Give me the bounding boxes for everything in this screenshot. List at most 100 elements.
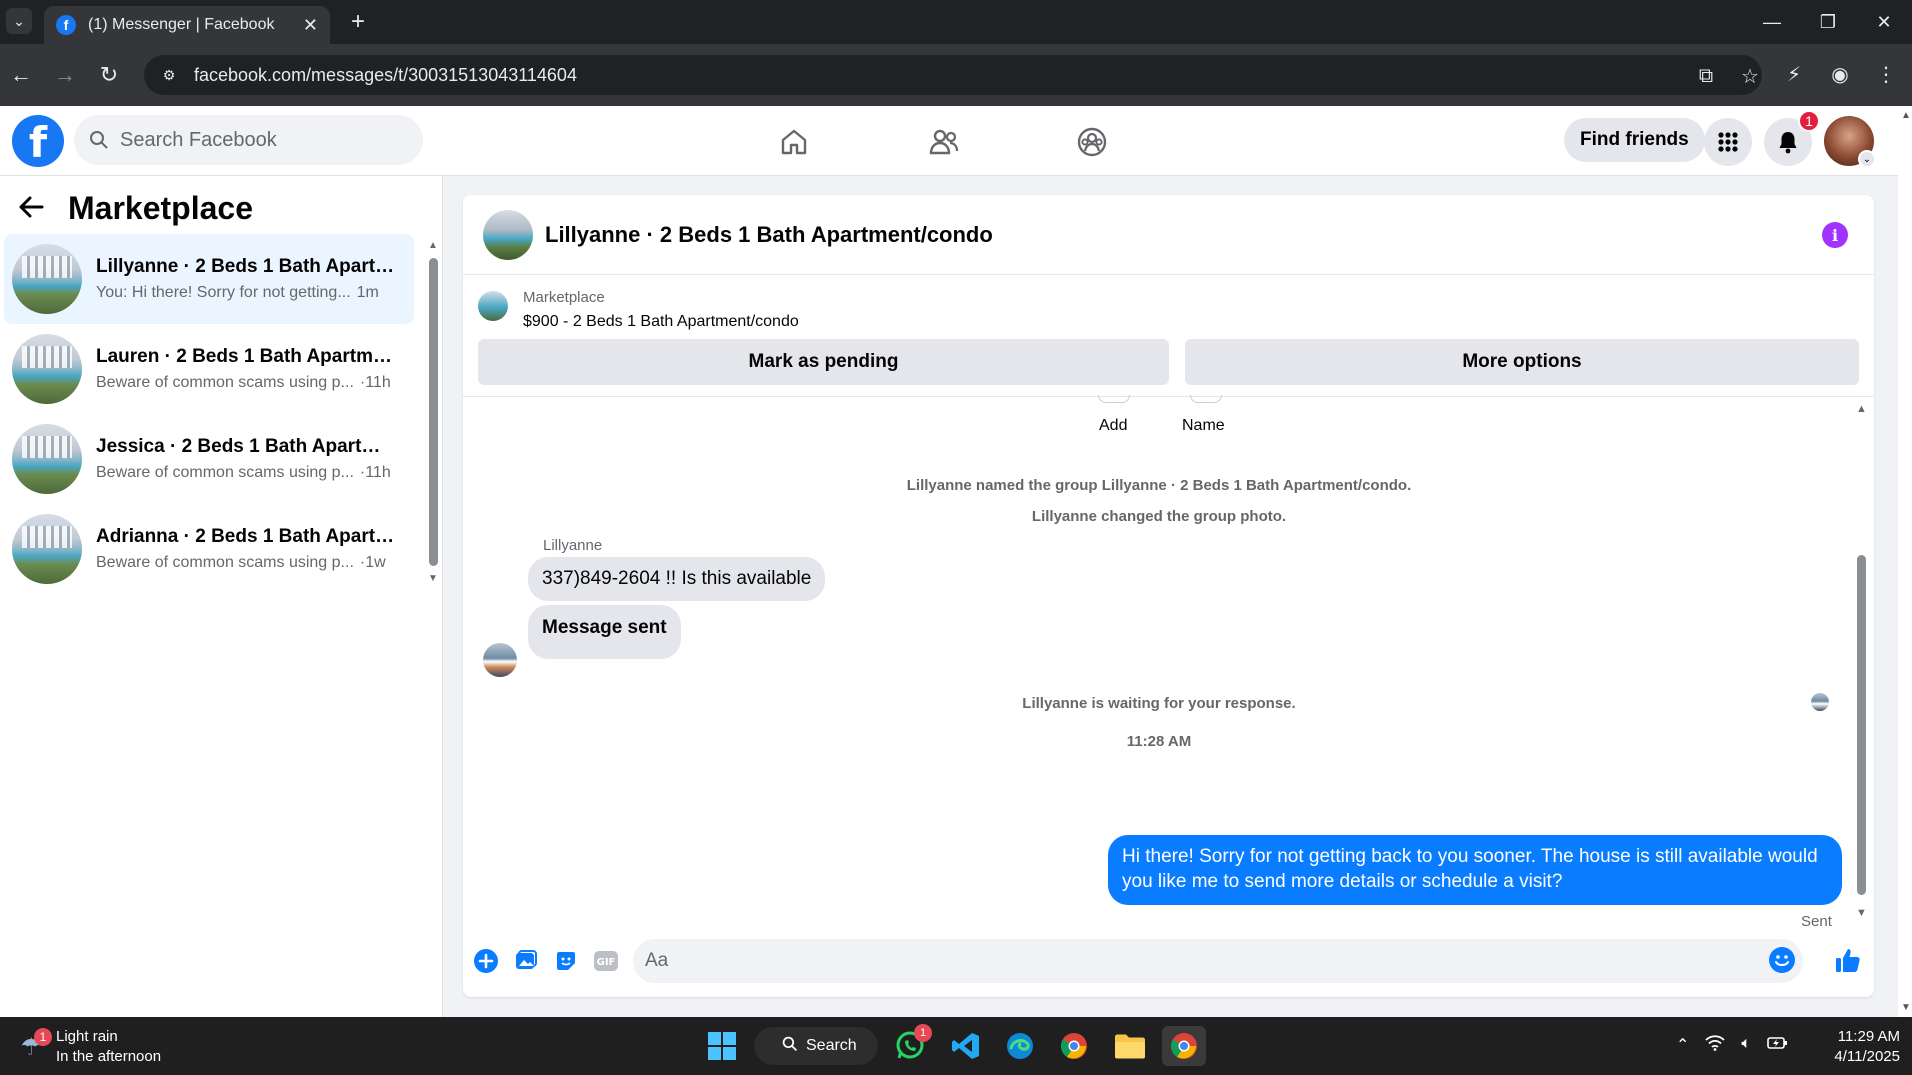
listing-title[interactable]: $900 - 2 Beds 1 Bath Apartment/condo: [523, 313, 799, 331]
gif-icon[interactable]: GIF: [593, 948, 619, 974]
conversation-item[interactable]: Lauren · 2 Beds 1 Bath Apartmen... Bewar…: [4, 324, 414, 414]
chat-panel: Lillyanne · 2 Beds 1 Bath Apartment/cond…: [463, 195, 1874, 997]
message-input[interactable]: [645, 950, 1745, 972]
battery-charging-icon[interactable]: [1767, 1035, 1789, 1056]
rain-cloud-icon: ☂ 1: [16, 1028, 52, 1062]
browser-toolbar: ← → ↻ ⚙ facebook.com/messages/t/30031513…: [0, 44, 1912, 106]
name-group-circle[interactable]: [1190, 395, 1222, 403]
close-tab-icon[interactable]: ✕: [303, 15, 318, 36]
scroll-up-arrow-icon[interactable]: ▲: [428, 240, 438, 251]
conversation-list-scrollbar[interactable]: ▲ ▼: [428, 240, 438, 584]
scroll-up-arrow-icon[interactable]: ▲: [1901, 110, 1911, 121]
facebook-search[interactable]: [74, 115, 423, 165]
show-hidden-icons-chevron-icon[interactable]: ⌃: [1676, 1035, 1689, 1056]
tab-title: (1) Messenger | Facebook: [88, 16, 275, 33]
preview-text: Beware of common scams using p...: [96, 464, 354, 481]
add-member-circle[interactable]: [1098, 395, 1130, 403]
edge-app-icon[interactable]: [998, 1026, 1042, 1066]
scroll-up-arrow-icon[interactable]: ▲: [1856, 403, 1867, 415]
listing-source: Marketplace: [523, 289, 605, 306]
site-info-icon[interactable]: ⚙: [158, 64, 180, 86]
volume-icon[interactable]: 🔈︎: [1741, 1035, 1751, 1056]
message-input-field[interactable]: [633, 939, 1803, 983]
whatsapp-app-icon[interactable]: 1: [888, 1024, 932, 1066]
back-arrow-icon[interactable]: ←: [6, 60, 36, 90]
attach-photo-icon[interactable]: [513, 948, 539, 974]
vscode-app-icon[interactable]: [944, 1026, 988, 1066]
conversation-item[interactable]: Adrianna · 2 Beds 1 Bath Apartm... Bewar…: [4, 504, 414, 594]
install-app-icon[interactable]: ⧉: [1694, 64, 1718, 88]
bookmark-star-icon[interactable]: ☆: [1738, 64, 1762, 88]
browser-tab-bar: ⌄ f (1) Messenger | Facebook ✕ + — ❐ ✕: [0, 0, 1912, 44]
sticker-icon[interactable]: [553, 948, 579, 974]
incoming-message-bubble[interactable]: Message sent: [528, 605, 681, 659]
thumbs-up-icon[interactable]: [1833, 945, 1863, 975]
notifications-bell-icon[interactable]: 1: [1764, 110, 1820, 166]
home-nav-icon[interactable]: [772, 120, 816, 164]
preview-time: ·1w: [359, 554, 386, 571]
friends-nav-icon[interactable]: [922, 120, 966, 164]
listing-thumbnail: [12, 244, 82, 314]
weather-widget[interactable]: ☂ 1 Light rain In the afternoon: [16, 1027, 161, 1067]
emoji-icon[interactable]: [1769, 947, 1795, 973]
mark-as-pending-button[interactable]: Mark as pending: [478, 339, 1169, 385]
close-window-icon[interactable]: ✕: [1856, 0, 1912, 44]
account-chevron-down-icon[interactable]: ⌄: [1858, 150, 1876, 168]
minimize-window-icon[interactable]: —: [1744, 0, 1800, 44]
chrome-app-icon[interactable]: [1052, 1026, 1096, 1066]
more-options-button[interactable]: More options: [1185, 339, 1859, 385]
taskbar-search-button[interactable]: Search: [754, 1027, 878, 1065]
sender-avatar[interactable]: [483, 643, 517, 677]
scroll-down-arrow-icon[interactable]: ▼: [1856, 907, 1867, 919]
scrollbar-thumb[interactable]: [1857, 555, 1866, 895]
conversation-preview: Beware of common scams using p... ·11h: [96, 464, 396, 482]
scrollbar-thumb[interactable]: [429, 258, 438, 566]
clock-time: 11:29 AM: [1837, 1028, 1900, 1045]
weather-badge: 1: [34, 1028, 52, 1046]
listing-thumbnail[interactable]: [478, 291, 508, 321]
menu-grid-icon[interactable]: [1704, 118, 1752, 166]
reload-icon[interactable]: ↻: [94, 60, 124, 90]
chat-title[interactable]: Lillyanne · 2 Beds 1 Bath Apartment/cond…: [545, 222, 993, 248]
extensions-icon[interactable]: ⚡: [1780, 60, 1808, 88]
message-thread: Add Name Lillyanne named the group Lilly…: [463, 395, 1874, 930]
conversation-info-icon[interactable]: i: [1822, 222, 1848, 248]
back-arrow-icon[interactable]: [18, 192, 46, 226]
windows-start-icon[interactable]: [700, 1026, 744, 1066]
conversation-item[interactable]: Jessica · 2 Beds 1 Bath Apartmen... Bewa…: [4, 414, 414, 504]
file-explorer-icon[interactable]: [1108, 1026, 1152, 1066]
search-input[interactable]: [120, 128, 380, 152]
wifi-icon[interactable]: [1705, 1035, 1726, 1056]
add-member-label[interactable]: Add: [1099, 417, 1127, 435]
chrome-profile-app-icon[interactable]: [1162, 1026, 1206, 1066]
scroll-down-arrow-icon[interactable]: ▼: [428, 573, 438, 584]
browser-menu-icon[interactable]: ⋮: [1872, 60, 1900, 88]
restore-window-icon[interactable]: ❐: [1800, 0, 1856, 44]
message-thread-scrollbar[interactable]: ▲ ▼: [1854, 403, 1868, 919]
plus-actions-icon[interactable]: [473, 948, 499, 974]
outgoing-message-bubble[interactable]: Hi there! Sorry for not getting back to …: [1108, 835, 1842, 905]
page-scrollbar[interactable]: ▲ ▼: [1898, 106, 1912, 1017]
groups-nav-icon[interactable]: [1070, 120, 1114, 164]
browser-tab-messenger[interactable]: f (1) Messenger | Facebook ✕: [44, 6, 330, 44]
find-friends-button[interactable]: Find friends: [1564, 118, 1705, 162]
scroll-down-arrow-icon[interactable]: ▼: [1901, 1002, 1911, 1013]
conversation-preview: You: Hi there! Sorry for not getting... …: [96, 284, 396, 302]
conversation-item[interactable]: Lillyanne · 2 Beds 1 Bath Apartm... You:…: [4, 234, 414, 324]
preview-time: ·11h: [359, 464, 391, 481]
panel-title: Marketplace: [68, 190, 253, 226]
system-clock[interactable]: 11:29 AM 4/11/2025: [1808, 1027, 1900, 1067]
system-message: Lillyanne is waiting for your response.: [1022, 695, 1296, 712]
address-bar[interactable]: ⚙ facebook.com/messages/t/30031513043114…: [144, 55, 1762, 95]
incoming-message-bubble[interactable]: 337)849-2604 !! Is this available: [528, 557, 826, 601]
name-group-label[interactable]: Name: [1182, 417, 1225, 435]
facebook-header: f Find friends 1 ⌄: [0, 106, 1898, 176]
profile-icon[interactable]: ◉: [1826, 60, 1854, 88]
forward-arrow-icon[interactable]: →: [50, 60, 80, 90]
facebook-logo-icon[interactable]: f: [12, 115, 64, 167]
facebook-favicon-icon: f: [56, 15, 76, 35]
chat-group-avatar[interactable]: [483, 209, 533, 260]
tab-search-chevron-icon[interactable]: ⌄: [6, 8, 32, 34]
new-tab-plus-icon[interactable]: +: [344, 8, 372, 36]
search-icon: [782, 1036, 798, 1057]
